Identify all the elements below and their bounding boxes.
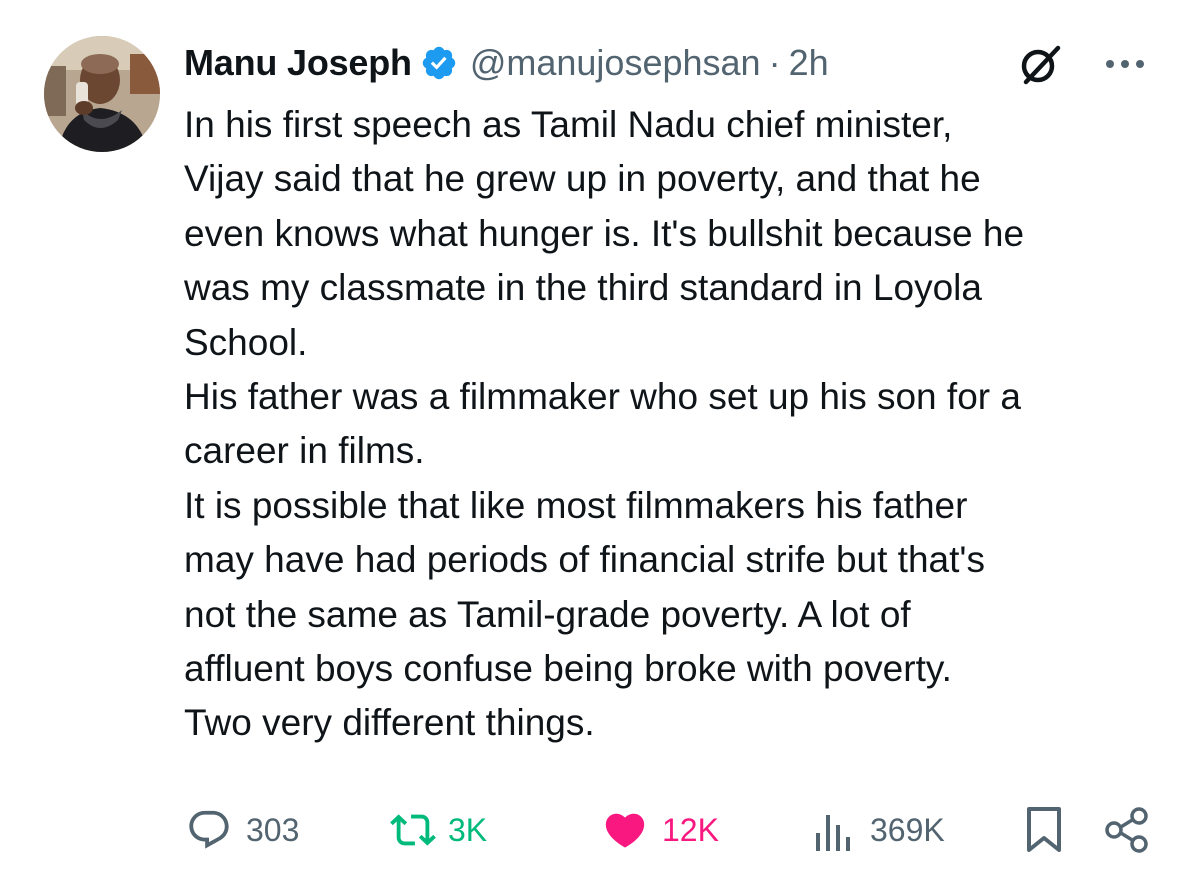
- more-options-icon[interactable]: [1100, 44, 1150, 84]
- tweet-timestamp[interactable]: 2h: [789, 42, 829, 84]
- reply-button[interactable]: 303: [186, 800, 299, 860]
- grok-icon[interactable]: [1016, 40, 1064, 88]
- author-handle[interactable]: @manujosephsan: [470, 42, 761, 84]
- tweet-line: was my classmate in the third standard i…: [184, 267, 982, 309]
- views-count: 369K: [870, 811, 945, 848]
- display-name[interactable]: Manu Joseph: [184, 42, 412, 84]
- views-chart-icon: [816, 815, 850, 851]
- tweet-line: career in films.: [184, 430, 425, 472]
- tweet-line: His father was a filmmaker who set up hi…: [184, 376, 1021, 418]
- tweet-actions: 303 3K 12K 369K: [0, 800, 1200, 860]
- header-separator: ·: [768, 42, 781, 83]
- like-button[interactable]: 12K: [602, 800, 719, 860]
- share-button[interactable]: [1102, 800, 1152, 860]
- repost-button[interactable]: 3K: [388, 800, 487, 860]
- bookmark-icon: [1027, 807, 1061, 852]
- tweet-body: In his first speech as Tamil Nadu chief …: [184, 98, 1184, 751]
- tweet-line: Two very different things.: [184, 702, 595, 744]
- reply-bubble-icon: [189, 810, 229, 849]
- tweet-line: Vijay said that he grew up in poverty, a…: [184, 158, 981, 200]
- tweet-card: Manu Joseph @manujosephsan · 2h In his f…: [0, 0, 1200, 884]
- tweet-line: not the same as Tamil-grade poverty. A l…: [184, 593, 911, 635]
- repost-icon: [390, 814, 436, 846]
- tweet-line: It is possible that like most filmmakers…: [184, 484, 968, 526]
- share-icon: [1105, 807, 1148, 853]
- reply-count: 303: [246, 811, 300, 848]
- avatar[interactable]: [44, 36, 160, 152]
- like-count: 12K: [662, 811, 719, 848]
- tweet-line: School.: [184, 321, 308, 363]
- repost-count: 3K: [448, 811, 488, 848]
- tweet-line: may have had periods of financial strife…: [184, 539, 985, 581]
- heart-filled-icon: [605, 813, 645, 848]
- tweet-header: Manu Joseph @manujosephsan · 2h: [184, 38, 829, 88]
- verified-badge-icon: [420, 44, 458, 82]
- tweet-line: In his first speech as Tamil Nadu chief …: [184, 104, 953, 145]
- tweet-line: even knows what hunger is. It's bullshit…: [184, 212, 1025, 254]
- tweet-line: affluent boys confuse being broke with p…: [184, 648, 952, 690]
- bookmark-button[interactable]: [1024, 800, 1064, 860]
- views-button[interactable]: 369K: [814, 800, 945, 860]
